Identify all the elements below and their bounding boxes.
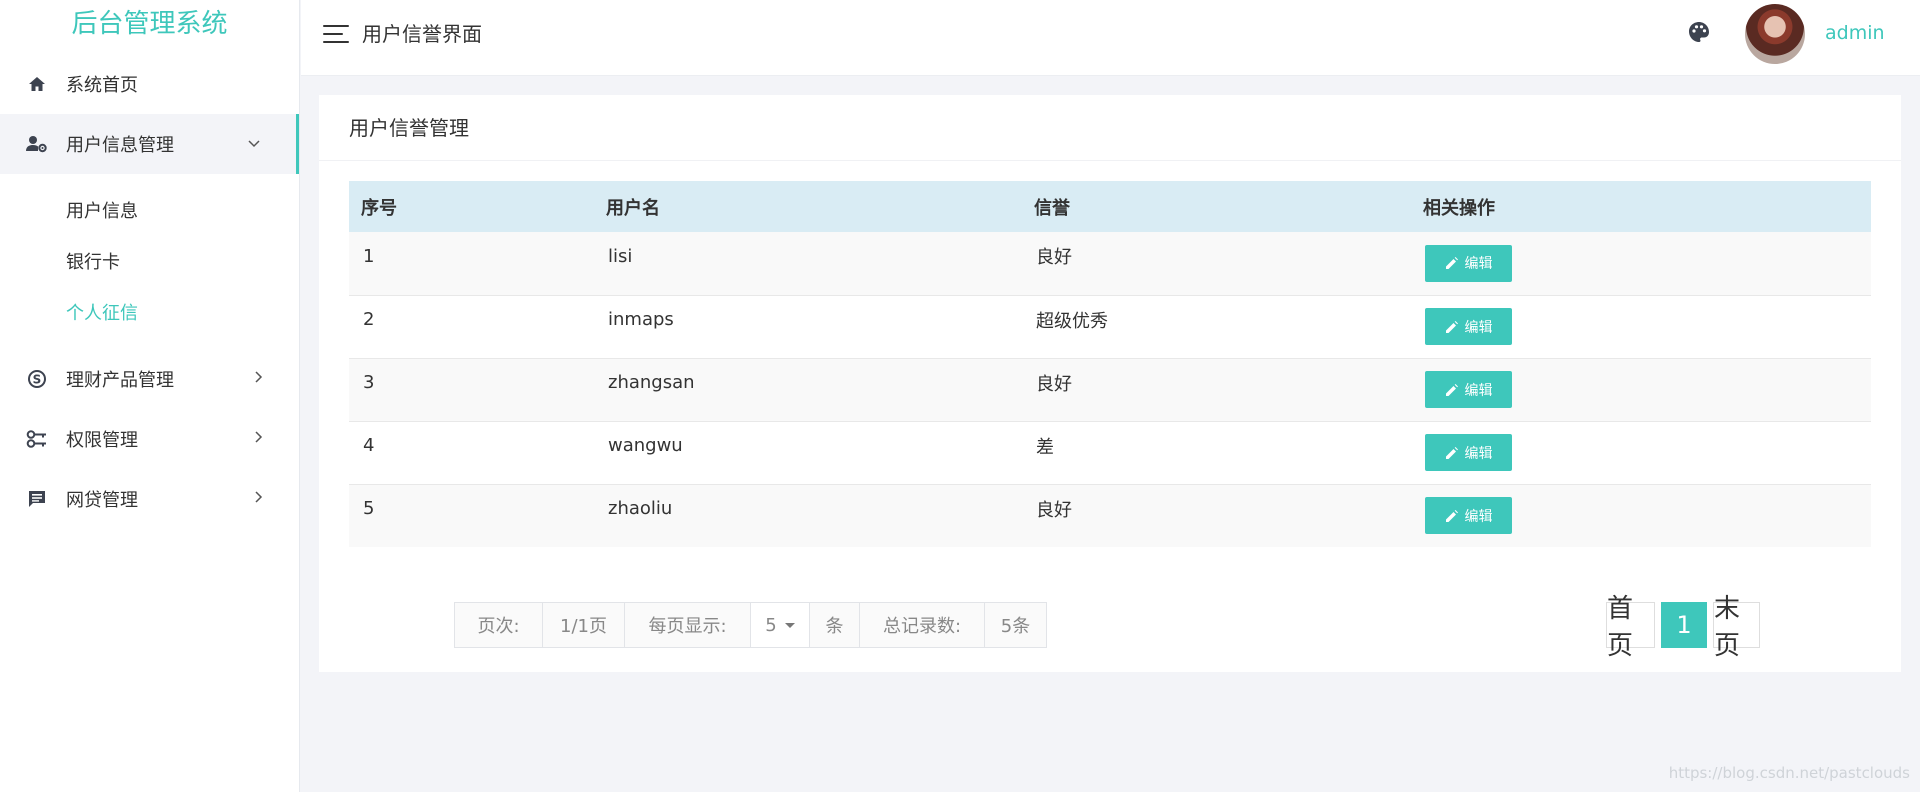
content-card: 用户信誉管理 序号 用户名 信誉 相关操作 1 lisi 良好 编辑 2 inm… [319, 95, 1901, 672]
avatar[interactable] [1745, 4, 1805, 64]
row-username: zhangsan [608, 372, 695, 393]
pencil-icon [1445, 383, 1458, 396]
row-username: zhaoliu [608, 498, 673, 520]
row-index: 4 [363, 435, 375, 456]
message-icon [26, 488, 48, 510]
per-page-unit: 条 [810, 603, 860, 647]
table-row: 1 lisi 良好 编辑 [349, 232, 1871, 296]
sidebar-submenu: 用户信息 银行卡 个人征信 [0, 174, 299, 349]
key-icon [26, 428, 48, 450]
sidebar-subitem-bank-card[interactable]: 银行卡 [0, 237, 299, 288]
sidebar-item-label: 用户信息管理 [66, 135, 174, 156]
edit-button-label: 编辑 [1464, 382, 1493, 399]
row-index: 3 [363, 372, 375, 393]
chevron-right-icon [255, 371, 263, 387]
row-index: 1 [363, 245, 375, 267]
chevron-right-icon [255, 491, 263, 507]
edit-button-label: 编辑 [1464, 508, 1493, 525]
total-value: 5条 [985, 603, 1046, 647]
page-value: 1/1页 [543, 603, 625, 647]
edit-button-label: 编辑 [1464, 445, 1493, 462]
menu-toggle-icon[interactable] [323, 25, 349, 43]
per-page-value: 5 [765, 614, 777, 636]
sidebar-item-label: 网贷管理 [66, 490, 138, 511]
skype-icon: S [26, 368, 48, 390]
caret-down-icon [784, 622, 795, 628]
table-header-row: 序号 用户名 信誉 相关操作 [349, 181, 1871, 232]
watermark: https://blog.csdn.net/pastclouds [1668, 764, 1910, 782]
last-page-button[interactable]: 末页 [1713, 594, 1760, 661]
username-link[interactable]: admin [1825, 0, 1885, 66]
sidebar-item-user-info-mgmt[interactable]: 用户信息管理 [0, 114, 299, 174]
edit-button-label: 编辑 [1464, 319, 1493, 336]
column-header-username: 用户名 [594, 181, 1022, 232]
table-row: 4 wangwu 差 编辑 [349, 421, 1871, 485]
row-credit: 差 [1036, 436, 1054, 458]
edit-button[interactable]: 编辑 [1425, 244, 1512, 282]
pencil-icon [1445, 509, 1458, 522]
user-settings-icon [26, 133, 48, 155]
table-row: 5 zhaoliu 良好 编辑 [349, 484, 1871, 547]
chevron-right-icon [255, 431, 263, 447]
app-logo-title: 后台管理系统 [71, 9, 228, 39]
edit-button[interactable]: 编辑 [1425, 497, 1512, 535]
sidebar-item-label: 系统首页 [66, 75, 138, 96]
total-label: 总记录数: [860, 603, 985, 647]
home-icon [26, 73, 48, 95]
sidebar-item-label: 理财产品管理 [66, 370, 174, 391]
pagination: 首页 1 末页 [1606, 594, 1760, 661]
chevron-down-icon [248, 136, 260, 152]
current-page-button[interactable]: 1 [1661, 602, 1707, 648]
card-title: 用户信誉管理 [319, 95, 1901, 161]
per-page-select[interactable]: 5 [751, 603, 810, 647]
row-username: wangwu [608, 435, 683, 456]
pencil-icon [1445, 320, 1458, 333]
first-page-button[interactable]: 首页 [1606, 594, 1655, 661]
top-header: 用户信誉界面 admin [301, 0, 1920, 76]
svg-text:S: S [33, 373, 42, 387]
edit-button[interactable]: 编辑 [1425, 434, 1512, 471]
sidebar-item-home[interactable]: 系统首页 [0, 54, 299, 114]
row-credit: 良好 [1036, 247, 1072, 269]
column-header-actions: 相关操作 [1411, 181, 1871, 232]
row-credit: 超级优秀 [1036, 310, 1108, 332]
pagination-info: 页次: 1/1页 每页显示: 5 条 总记录数: 5条 [454, 602, 1047, 648]
palette-icon[interactable] [1688, 21, 1710, 43]
row-username: inmaps [608, 309, 674, 330]
sidebar-item-permissions[interactable]: 权限管理 [0, 409, 299, 469]
page-title: 用户信誉界面 [362, 22, 482, 46]
credit-table: 序号 用户名 信誉 相关操作 1 lisi 良好 编辑 2 inmaps 超级优… [349, 181, 1871, 547]
page-label: 页次: [455, 603, 543, 647]
row-index: 5 [363, 498, 375, 520]
row-username: lisi [608, 245, 633, 267]
sidebar-item-online-loans[interactable]: 网贷管理 [0, 469, 299, 529]
sidebar-subitem-user-info[interactable]: 用户信息 [0, 186, 299, 237]
pencil-icon [1445, 446, 1458, 459]
column-header-index: 序号 [349, 181, 594, 232]
sidebar-item-finance-products[interactable]: S 理财产品管理 [0, 349, 299, 409]
edit-button-label: 编辑 [1464, 256, 1493, 273]
per-page-label: 每页显示: [625, 603, 751, 647]
row-credit: 良好 [1036, 499, 1072, 521]
table-row: 2 inmaps 超级优秀 编辑 [349, 295, 1871, 359]
row-credit: 良好 [1036, 373, 1072, 395]
row-index: 2 [363, 309, 375, 330]
table-row: 3 zhangsan 良好 编辑 [349, 358, 1871, 422]
edit-button[interactable]: 编辑 [1425, 371, 1512, 408]
pencil-icon [1445, 257, 1458, 270]
edit-button[interactable]: 编辑 [1425, 308, 1512, 345]
sidebar-subitem-personal-credit[interactable]: 个人征信 [0, 288, 299, 339]
column-header-credit: 信誉 [1022, 181, 1411, 232]
sidebar-item-label: 权限管理 [66, 430, 138, 451]
sidebar: 后台管理系统 系统首页 用户信息管理 用户信息 银行卡 个人征信 S 理财产品管… [0, 0, 300, 792]
